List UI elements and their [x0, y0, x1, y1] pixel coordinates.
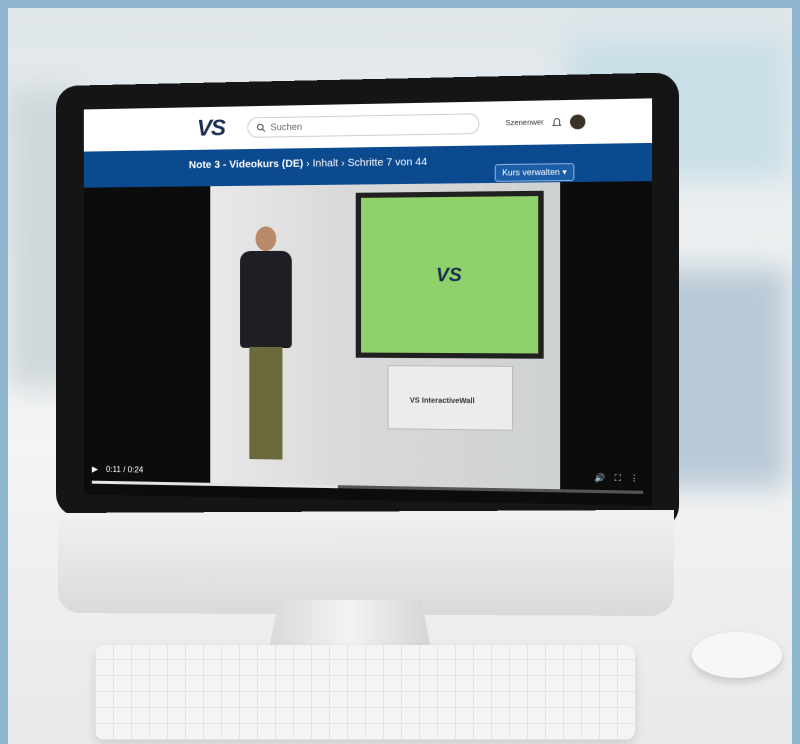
logo-text: VS — [197, 115, 225, 141]
site-logo[interactable]: VS — [197, 115, 225, 142]
more-icon[interactable]: ⋮ — [630, 474, 639, 485]
search-input[interactable]: Suchen — [248, 113, 480, 138]
presenter-legs — [249, 347, 282, 460]
presenter-torso — [240, 251, 292, 348]
breadcrumb: Note 3 - Videokurs (DE) › Inhalt › Schri… — [189, 157, 427, 172]
avatar[interactable] — [570, 114, 585, 129]
progress-bar[interactable] — [92, 481, 643, 494]
keyboard — [95, 645, 635, 740]
breadcrumb-course[interactable]: Note 3 - Videokurs (DE) — [189, 158, 303, 171]
bell-icon[interactable] — [552, 117, 561, 127]
presenter-head — [256, 226, 277, 251]
play-icon[interactable]: ▶ — [92, 465, 98, 474]
user-label: Szenenwer — [506, 119, 544, 127]
breadcrumb-separator: › — [341, 158, 345, 169]
display-board: VS — [356, 191, 544, 359]
fullscreen-icon[interactable]: ⛶ — [615, 473, 621, 484]
breadcrumb-step: Schritte 7 von 44 — [348, 157, 428, 169]
search-placeholder: Suchen — [270, 122, 302, 133]
manage-course-button[interactable]: Kurs verwalten ▾ — [495, 163, 575, 182]
search-icon — [257, 123, 266, 132]
screen: VS Suchen Szenenwer Note 3 - Videokurs (… — [84, 98, 652, 505]
video-controls: ▶ 0:11 / 0:24 🔊 ⛶ ⋮ — [84, 460, 652, 495]
green-screen: VS — [361, 196, 538, 353]
presenter — [235, 226, 297, 462]
control-icons: 🔊 ⛶ ⋮ — [595, 473, 639, 484]
breadcrumb-separator: › — [306, 158, 309, 169]
monitor: VS Suchen Szenenwer Note 3 - Videokurs (… — [56, 72, 679, 529]
time-readout: 0:11 / 0:24 — [106, 465, 143, 475]
breadcrumb-section[interactable]: Inhalt — [313, 158, 339, 170]
progress-fill — [92, 481, 338, 489]
user-menu[interactable]: Szenenwer — [506, 114, 586, 130]
cart-label: VS InteractiveWall — [410, 397, 475, 405]
mouse — [692, 632, 782, 678]
display-cart: VS InteractiveWall — [387, 365, 513, 431]
board-logo: VS — [436, 264, 462, 286]
volume-icon[interactable]: 🔊 — [595, 473, 606, 484]
video-frame[interactable]: VS VS InteractiveWall — [210, 182, 560, 489]
